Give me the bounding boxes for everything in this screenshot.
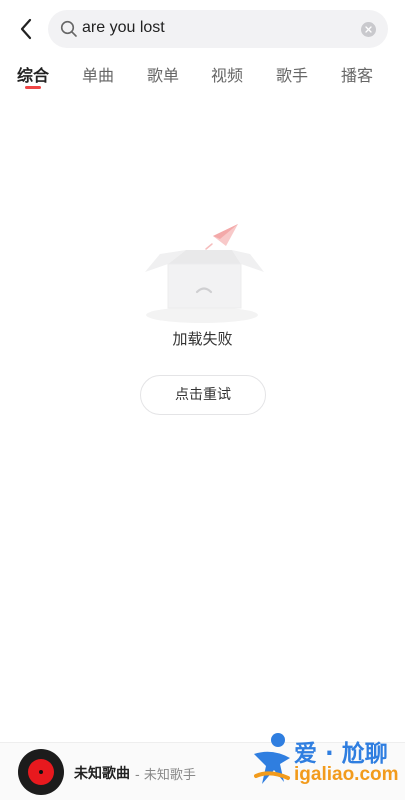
paper-plane-icon: [205, 224, 238, 250]
search-box[interactable]: are you lost: [48, 10, 388, 48]
header: are you lost: [0, 0, 405, 56]
tab-bar: 综合 单曲 歌单 视频 歌手 播客: [0, 58, 405, 94]
vinyl-disc-icon[interactable]: [18, 749, 64, 795]
error-message: 加载失败: [172, 330, 233, 348]
clear-x-icon: [365, 26, 372, 33]
back-arrow-icon: [20, 18, 32, 40]
active-tab-indicator: [25, 86, 41, 89]
watermark-title: 爱 · 尬聊: [294, 741, 388, 767]
tab-playlists[interactable]: 歌单: [143, 62, 183, 86]
tab-songs[interactable]: 单曲: [78, 62, 118, 86]
empty-box-icon: [145, 224, 264, 323]
song-title: 未知歌曲: [74, 766, 130, 782]
watermark-logo: 爱 · 尬聊 igaliao.com: [250, 728, 400, 794]
retry-button[interactable]: 点击重试: [140, 375, 266, 415]
tab-comprehensive[interactable]: 综合: [13, 62, 53, 86]
watermark-url: igaliao.com: [294, 764, 399, 785]
search-icon: [60, 20, 77, 37]
clear-icon[interactable]: [361, 22, 376, 37]
song-artist: - 未知歌手: [135, 768, 196, 783]
tab-podcasts[interactable]: 播客: [337, 62, 377, 86]
tab-videos[interactable]: 视频: [207, 62, 247, 86]
back-button[interactable]: [14, 16, 38, 42]
watermark-figure-icon: [254, 733, 290, 784]
search-input[interactable]: are you lost: [82, 19, 165, 37]
tab-artists[interactable]: 歌手: [272, 62, 312, 86]
